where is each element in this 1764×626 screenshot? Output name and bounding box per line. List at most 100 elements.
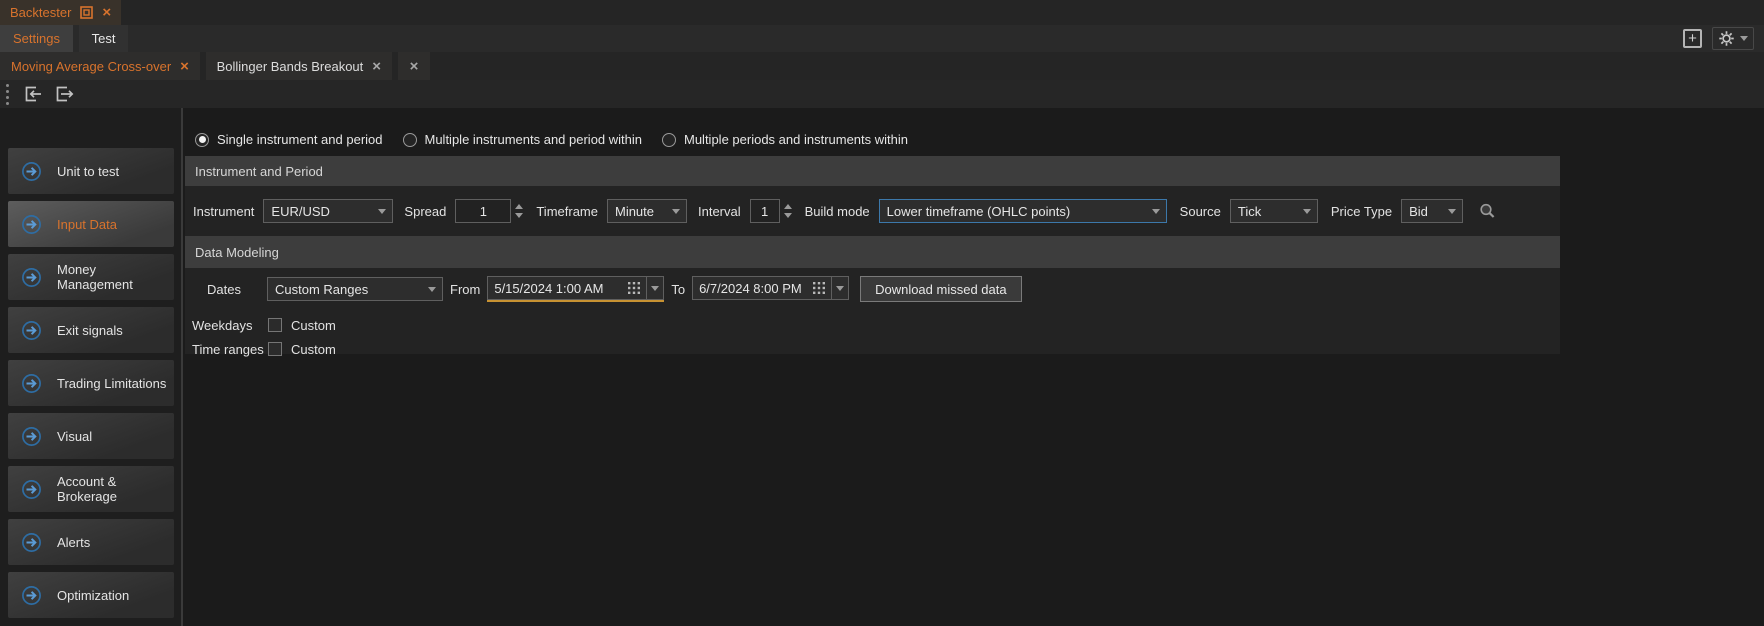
spread-stepper[interactable]: 1 [455, 199, 523, 223]
sidebar-item-label: Visual [57, 429, 92, 444]
weekdays-custom-label: Custom [291, 318, 336, 333]
tab-moving-average-crossover[interactable]: Moving Average Cross-over × [0, 52, 200, 80]
sidebar-item-unit-to-test[interactable]: Unit to test [8, 148, 174, 194]
from-date-field[interactable]: 5/15/2024 1:00 AM [487, 276, 647, 300]
build-mode-label: Build mode [805, 204, 870, 219]
chevron-down-icon [651, 286, 659, 291]
sidebar-item-input-data[interactable]: Input Data [8, 201, 174, 247]
price-type-label: Price Type [1331, 204, 1392, 219]
arrow-up-icon[interactable] [515, 204, 523, 209]
instrument-value: EUR/USD [264, 204, 337, 219]
sidebar-item-optimization[interactable]: Optimization [8, 572, 174, 618]
radio-multiple-instruments[interactable]: Multiple instruments and period within [403, 132, 643, 147]
sidebar-item-trading-limitations[interactable]: Trading Limitations [8, 360, 174, 406]
circle-arrow-icon [21, 214, 42, 235]
import-settings-button[interactable] [22, 83, 44, 105]
dates-mode-value: Custom Ranges [268, 282, 375, 297]
search-icon[interactable] [1478, 202, 1497, 221]
arrow-down-icon[interactable] [784, 213, 792, 218]
time-ranges-row: Time ranges Custom [185, 340, 1560, 358]
radio-icon[interactable] [403, 133, 417, 147]
weekdays-row: Weekdays Custom [185, 316, 1560, 334]
chevron-down-icon [428, 287, 436, 292]
input-data-panel: Single instrument and period Multiple in… [183, 108, 1764, 626]
radio-icon[interactable] [195, 133, 209, 147]
from-label: From [450, 282, 480, 297]
stepper-arrows[interactable] [515, 204, 523, 218]
add-strategy-button[interactable]: + [1683, 29, 1702, 48]
timeframe-select[interactable]: Minute [607, 199, 687, 223]
weekdays-custom-checkbox[interactable] [268, 318, 282, 332]
radio-single-instrument[interactable]: Single instrument and period [195, 132, 383, 147]
sidebar-item-alerts[interactable]: Alerts [8, 519, 174, 565]
to-date-picker[interactable]: 6/7/2024 8:00 PM [692, 276, 849, 302]
weekdays-label: Weekdays [192, 318, 268, 333]
from-date-value: 5/15/2024 1:00 AM [494, 281, 621, 296]
calendar-grid-icon[interactable] [628, 282, 640, 294]
radio-label: Multiple periods and instruments within [684, 132, 908, 147]
tab-label: Bollinger Bands Breakout [217, 59, 364, 74]
section-header-instrument-period: Instrument and Period [185, 156, 1560, 186]
instrument-period-row: Instrument EUR/USD Spread 1 Timeframe Mi… [185, 186, 1560, 236]
arrow-down-icon[interactable] [515, 213, 523, 218]
section-title: Instrument and Period [195, 164, 323, 179]
time-ranges-custom-checkbox[interactable] [268, 342, 282, 356]
to-date-field[interactable]: 6/7/2024 8:00 PM [692, 276, 832, 300]
stepper-arrows[interactable] [784, 204, 792, 218]
price-type-select[interactable]: Bid [1401, 199, 1463, 223]
sidebar-item-money-management[interactable]: Money Management [8, 254, 174, 300]
tab-settings[interactable]: Settings [0, 25, 73, 52]
window-tab-backtester[interactable]: Backtester × [0, 0, 121, 25]
from-date-picker[interactable]: 5/15/2024 1:00 AM [487, 276, 664, 302]
dates-mode-select[interactable]: Custom Ranges [267, 277, 443, 301]
strategy-tab-bar: Moving Average Cross-over × Bollinger Ba… [0, 52, 1764, 80]
calendar-grid-icon[interactable] [813, 282, 825, 294]
export-settings-button[interactable] [53, 83, 75, 105]
spread-label: Spread [404, 204, 446, 219]
close-icon[interactable]: × [410, 59, 419, 74]
chevron-down-icon [1740, 36, 1748, 41]
toolbar-grip-handle[interactable] [6, 84, 9, 105]
radio-multiple-periods[interactable]: Multiple periods and instruments within [662, 132, 908, 147]
build-mode-select[interactable]: Lower timeframe (OHLC points) [879, 199, 1167, 223]
restore-window-icon[interactable] [80, 6, 93, 19]
settings-menu-button[interactable] [1712, 27, 1754, 50]
circle-arrow-icon [21, 426, 42, 447]
from-date-dropdown-button[interactable] [647, 276, 664, 300]
close-icon[interactable]: × [180, 59, 189, 74]
sidebar-item-label: Optimization [57, 588, 129, 603]
tab-bollinger-bands-breakout[interactable]: Bollinger Bands Breakout × [206, 52, 392, 80]
radio-label: Multiple instruments and period within [425, 132, 643, 147]
close-icon[interactable]: × [372, 59, 381, 74]
time-ranges-label: Time ranges [192, 342, 268, 357]
sidebar-item-account-brokerage[interactable]: Account & Brokerage [8, 466, 174, 512]
interval-stepper[interactable]: 1 [750, 199, 792, 223]
instrument-select[interactable]: EUR/USD [263, 199, 393, 223]
spread-value[interactable]: 1 [455, 199, 511, 223]
sidebar-item-exit-signals[interactable]: Exit signals [8, 307, 174, 353]
chevron-down-icon [378, 209, 386, 214]
source-label: Source [1180, 204, 1221, 219]
sidebar-item-label: Alerts [57, 535, 90, 550]
radio-icon[interactable] [662, 133, 676, 147]
tab-empty[interactable]: × [398, 52, 431, 80]
chevron-down-icon [1448, 209, 1456, 214]
chevron-down-icon [836, 286, 844, 291]
circle-arrow-icon [21, 320, 42, 341]
sidebar-item-label: Unit to test [57, 164, 119, 179]
topright-controls: + [1683, 25, 1754, 52]
tab-test[interactable]: Test [79, 25, 129, 52]
title-bar: Backtester × [0, 0, 1764, 25]
sidebar-item-visual[interactable]: Visual [8, 413, 174, 459]
arrow-up-icon[interactable] [784, 204, 792, 209]
time-ranges-custom-label: Custom [291, 342, 336, 357]
chevron-down-icon [672, 209, 680, 214]
to-date-dropdown-button[interactable] [832, 276, 849, 300]
download-missed-data-button[interactable]: Download missed data [860, 276, 1022, 302]
instrument-label: Instrument [193, 204, 254, 219]
interval-value[interactable]: 1 [750, 199, 780, 223]
source-value: Tick [1231, 204, 1268, 219]
source-select[interactable]: Tick [1230, 199, 1318, 223]
window-tab-close-icon[interactable]: × [102, 5, 111, 20]
circle-arrow-icon [21, 479, 42, 500]
